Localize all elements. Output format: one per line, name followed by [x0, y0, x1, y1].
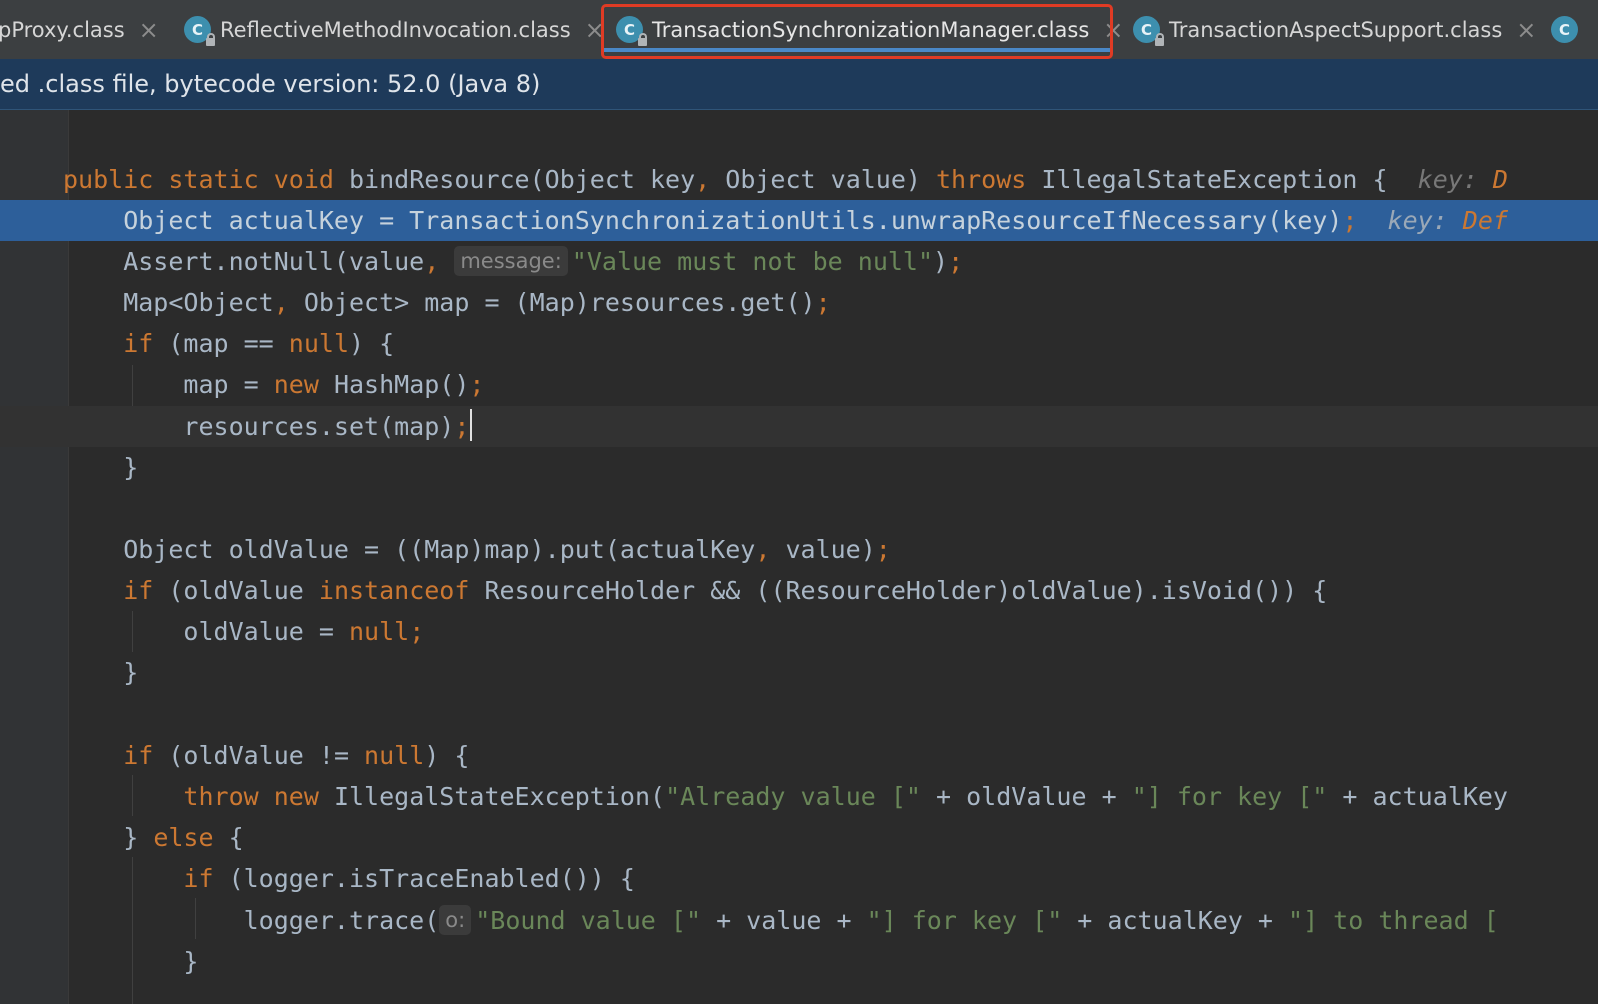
code-line[interactable]: throw new IllegalStateException("Already…: [0, 776, 1598, 817]
class-file-icon: C: [184, 16, 215, 46]
close-icon[interactable]: ×: [139, 18, 159, 42]
code-line[interactable]: }: [0, 941, 1598, 982]
tab-transaction-aspect-support[interactable]: C TransactionAspectSupport.class ×: [1133, 0, 1536, 59]
tab-next-partial[interactable]: C: [1551, 0, 1587, 59]
code-line[interactable]: Object oldValue = ((Map)map).put(actualK…: [0, 529, 1598, 570]
code-line[interactable]: oldValue = null;: [0, 611, 1598, 652]
code-line[interactable]: Map<Object, Object> map = (Map)resources…: [0, 282, 1598, 323]
parameter-hint: message:: [454, 246, 568, 276]
code-editor[interactable]: public static void bindResource(Object k…: [0, 110, 1598, 1004]
tab-label: TransactionAspectSupport.class: [1169, 17, 1503, 42]
text-cursor: [470, 409, 473, 441]
code-line[interactable]: if (logger.isTraceEnabled()) {: [0, 858, 1598, 899]
tab-reflective-method-invocation[interactable]: C ReflectiveMethodInvocation.class ×: [184, 0, 605, 59]
close-icon[interactable]: ×: [1516, 18, 1536, 42]
debug-inline-value: key:: [1417, 165, 1493, 194]
tab-pproxy[interactable]: pProxy.class ×: [0, 0, 159, 59]
code-area[interactable]: public static void bindResource(Object k…: [0, 110, 1598, 1004]
annotation-highlight-box: [601, 4, 1113, 59]
code-line[interactable]: }: [0, 652, 1598, 693]
code-line[interactable]: if (map == null) {: [0, 323, 1598, 364]
code-line[interactable]: if (oldValue instanceof ResourceHolder &…: [0, 570, 1598, 611]
parameter-hint: o:: [439, 905, 472, 935]
code-line[interactable]: if (oldValue != null) {: [0, 735, 1598, 776]
code-line[interactable]: public static void bindResource(Object k…: [0, 159, 1598, 200]
banner-text: ed .class file, bytecode version: 52.0 (…: [0, 70, 541, 98]
code-line[interactable]: logger.trace(o: "Bound value [" + value +…: [0, 900, 1598, 941]
tab-label: pProxy.class: [0, 17, 125, 42]
lock-icon: [1155, 33, 1164, 46]
class-file-icon: C: [1551, 16, 1578, 43]
debug-inline-value: key:: [1387, 206, 1463, 235]
code-line-execution-point[interactable]: Object actualKey = TransactionSynchroniz…: [0, 200, 1598, 241]
tab-label: ReflectiveMethodInvocation.class: [220, 17, 571, 42]
decompiled-banner: ed .class file, bytecode version: 52.0 (…: [0, 59, 1598, 110]
code-line[interactable]: }: [0, 447, 1598, 488]
lock-icon: [206, 33, 215, 46]
code-line[interactable]: map = new HashMap();: [0, 364, 1598, 405]
code-line[interactable]: Assert.notNull(value, message: "Value mus…: [0, 241, 1598, 282]
code-line-caret[interactable]: resources.set(map);: [0, 406, 1598, 447]
class-file-icon: C: [1133, 16, 1164, 46]
code-line[interactable]: } else {: [0, 817, 1598, 858]
